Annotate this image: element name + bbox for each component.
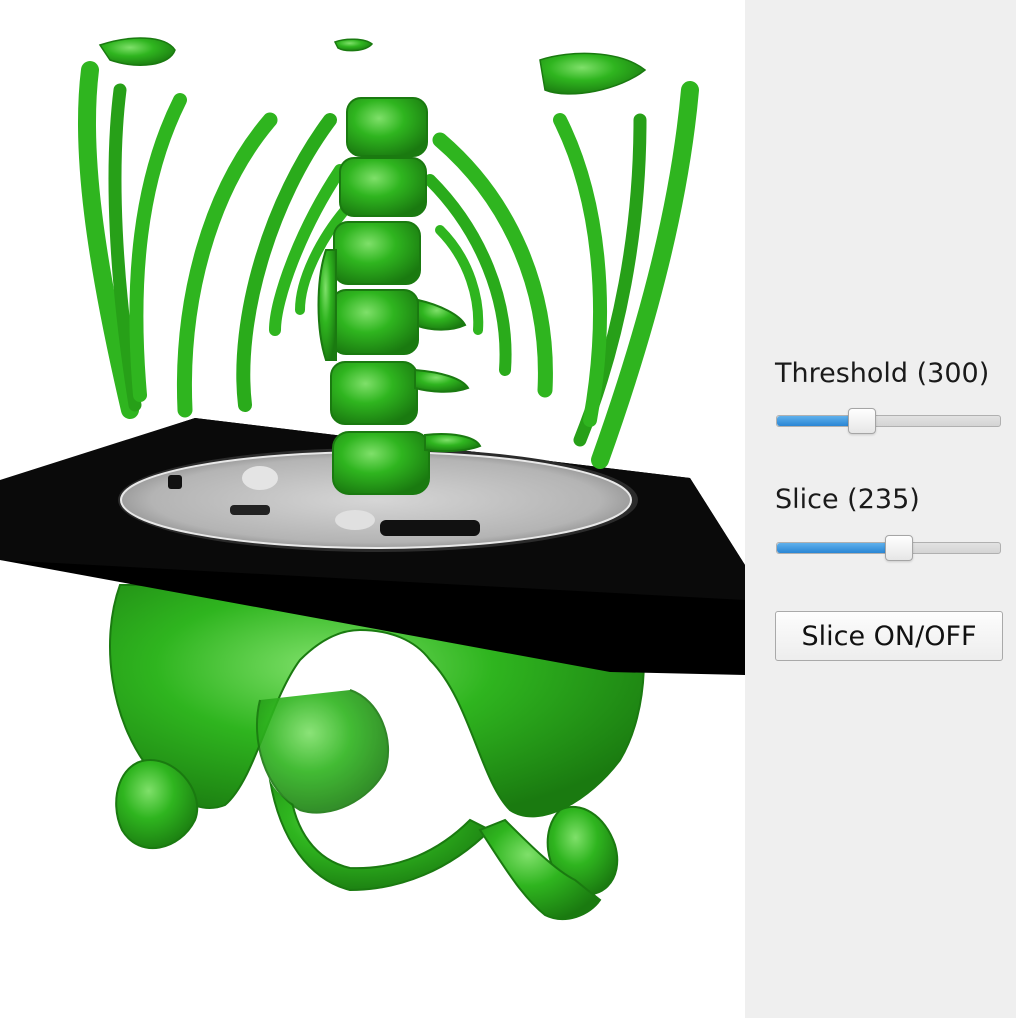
threshold-slider-handle[interactable] [847, 408, 876, 434]
slice-slider-handle[interactable] [885, 535, 914, 561]
threshold-slider[interactable] [776, 408, 1001, 434]
threshold-label: Threshold (300) [775, 358, 990, 389]
bone-render [0, 37, 745, 920]
render-viewport[interactable] [0, 0, 745, 1018]
slice-slider-fill [777, 543, 900, 553]
clavicles [98, 37, 647, 95]
control-panel: Threshold (300) Slice (235) Slice ON/OFF [745, 0, 1016, 1018]
slice-label: Slice (235) [775, 484, 920, 515]
slice-slider[interactable] [776, 535, 1001, 561]
slice-toggle-button[interactable]: Slice ON/OFF [775, 611, 1003, 661]
